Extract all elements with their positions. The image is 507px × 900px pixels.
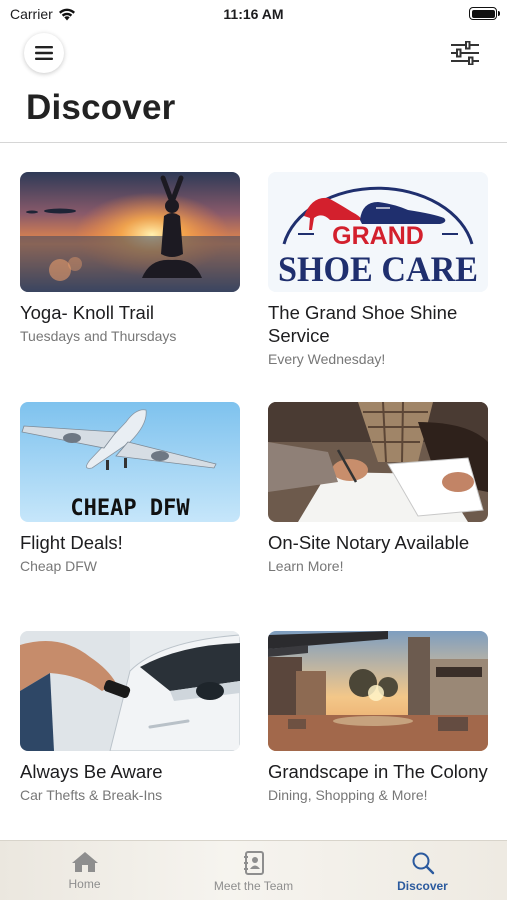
- card-subtitle: Car Thefts & Break-Ins: [20, 787, 163, 803]
- logo-bottom-text: SHOE CARE: [278, 249, 478, 289]
- sliders-icon: [451, 41, 479, 65]
- card-subtitle: Learn More!: [268, 558, 344, 574]
- card-title: Flight Deals!: [20, 532, 123, 553]
- discover-card-shoe-shine[interactable]: GRAND SHOE CARE The Grand Shoe Shine Ser…: [268, 172, 488, 368]
- tab-meet-the-team[interactable]: Meet the Team: [169, 841, 338, 900]
- tab-label: Home: [68, 877, 101, 891]
- discover-card-grandscape[interactable]: Grandscape in The Colony Dining, Shoppin…: [268, 631, 488, 804]
- contact-book-icon: [243, 851, 264, 875]
- car-key-fob-image: [20, 631, 240, 751]
- signing-documents-image: [268, 402, 488, 522]
- tab-discover[interactable]: Discover: [338, 841, 507, 900]
- menu-button[interactable]: [24, 33, 64, 73]
- tab-bar: Home Meet the Team Discover: [0, 840, 507, 900]
- card-subtitle: Dining, Shopping & More!: [268, 787, 428, 803]
- card-title: Yoga- Knoll Trail: [20, 302, 155, 323]
- yoga-sunset-image: [20, 172, 240, 292]
- card-title: Grandscape in The Colony: [268, 761, 488, 782]
- discover-card-yoga[interactable]: Yoga- Knoll Trail Tuesdays and Thursdays: [20, 172, 240, 345]
- battery-icon: [469, 7, 500, 20]
- tab-home[interactable]: Home: [0, 841, 169, 900]
- status-bar: Carrier 11:16 AM: [0, 0, 507, 30]
- card-title: Always Be Aware: [20, 761, 163, 782]
- discover-card-always-be-aware[interactable]: Always Be Aware Car Thefts & Break-Ins: [20, 631, 240, 804]
- discover-card-flight-deals[interactable]: CHEAP DFW Flight Deals! Cheap DFW: [20, 402, 240, 575]
- house-icon: [71, 852, 98, 872]
- header-divider: [0, 142, 507, 143]
- flight-image-caption: CHEAP DFW: [70, 496, 190, 521]
- discover-card-notary[interactable]: On-Site Notary Available Learn More!: [268, 402, 488, 575]
- magnifier-icon: [412, 852, 434, 875]
- hamburger-icon: [35, 46, 53, 60]
- plaza-sunset-image: [268, 631, 488, 751]
- card-subtitle: Every Wednesday!: [268, 351, 386, 367]
- logo-top-text: GRAND: [332, 222, 424, 250]
- card-title: The Grand Shoe Shine Service: [268, 302, 458, 346]
- card-title: On-Site Notary Available: [268, 532, 470, 553]
- airplane-sky-image: CHEAP DFW: [20, 402, 240, 522]
- card-subtitle: Tuesdays and Thursdays: [20, 328, 177, 344]
- status-time: 11:16 AM: [223, 6, 284, 22]
- grand-shoe-care-logo-image: GRAND SHOE CARE: [268, 172, 488, 292]
- filter-button[interactable]: [449, 38, 481, 68]
- page-title: Discover: [26, 88, 176, 127]
- card-subtitle: Cheap DFW: [20, 558, 98, 574]
- tab-label: Meet the Team: [213, 879, 294, 893]
- tab-label: Discover: [397, 879, 448, 893]
